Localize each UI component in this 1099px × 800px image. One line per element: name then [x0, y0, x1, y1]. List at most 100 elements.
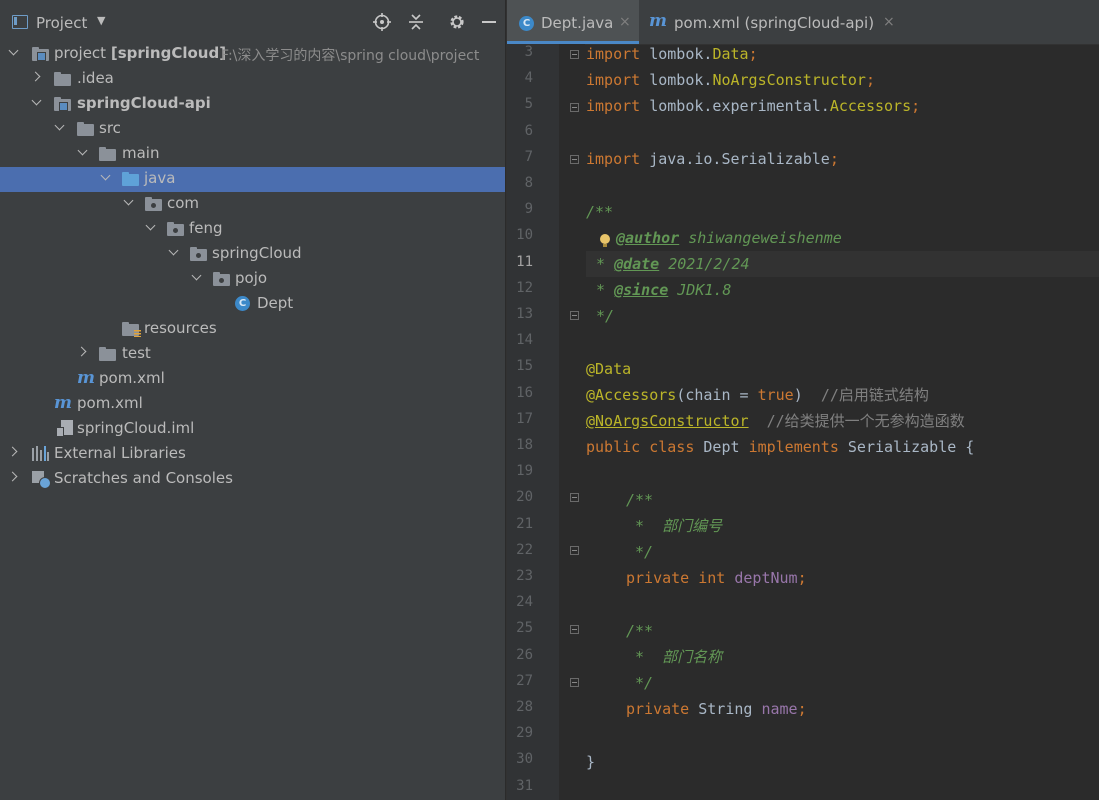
code-line-28: private String name;: [626, 700, 807, 718]
line-number: 17: [516, 410, 533, 427]
expand-arrow-icon[interactable]: [124, 197, 134, 207]
source-folder-icon: [122, 172, 139, 186]
tree-item-label: com: [167, 194, 200, 212]
locate-file-icon[interactable]: [372, 12, 392, 32]
class-icon: C: [235, 296, 250, 311]
expand-arrow-icon[interactable]: [169, 247, 179, 257]
tree-item-main[interactable]: main: [0, 142, 505, 167]
expand-arrow-icon[interactable]: [9, 447, 19, 457]
line-number: 7: [524, 148, 533, 165]
fold-marker-icon[interactable]: [570, 493, 579, 502]
expand-arrow-icon[interactable]: [101, 172, 111, 182]
view-selector-dropdown-icon[interactable]: ▼: [97, 14, 105, 27]
project-view-icon: [12, 15, 28, 29]
folder-icon: [54, 72, 71, 86]
hide-panel-icon[interactable]: [479, 12, 499, 32]
line-number: 15: [516, 358, 533, 375]
tree-item-idea[interactable]: .idea: [0, 67, 505, 92]
expand-arrow-icon[interactable]: [9, 47, 19, 57]
code-line-15: @Data: [586, 360, 632, 378]
package-icon: [145, 197, 162, 211]
fold-marker-icon[interactable]: [570, 625, 579, 634]
maven-icon: m: [77, 368, 95, 388]
code-line-7: import java.io.Serializable;: [586, 150, 839, 168]
tree-item-pom-root[interactable]: m pom.xml: [0, 392, 505, 417]
tree-item-springcloud-package[interactable]: springCloud: [0, 242, 505, 267]
ide-window: Project ▼ project [springCloud] F:\深入学习的…: [0, 0, 1099, 800]
code-editor: C Dept.java × m pom.xml (springCloud-api…: [506, 0, 1099, 800]
expand-arrow-icon[interactable]: [146, 222, 156, 232]
tab-pom-xml[interactable]: m pom.xml (springCloud-api) ×: [639, 0, 899, 44]
tree-item-com[interactable]: com: [0, 192, 505, 217]
code-line-18: public class Dept implements Serializabl…: [586, 438, 975, 456]
tab-label: pom.xml (springCloud-api): [674, 14, 875, 32]
code-line-22: */: [626, 543, 654, 561]
code-area[interactable]: import lombok.Data; import lombok.NoArgs…: [586, 44, 1099, 800]
fold-marker-icon[interactable]: [570, 103, 579, 112]
tree-item-pojo[interactable]: pojo: [0, 267, 505, 292]
tree-item-java[interactable]: java: [0, 167, 505, 192]
line-number: 16: [516, 384, 533, 401]
code-line-4: import lombok.NoArgsConstructor;: [586, 71, 875, 89]
code-line-12: * @since JDK1.8: [596, 281, 732, 299]
tree-item-feng[interactable]: feng: [0, 217, 505, 242]
code-line-10: @author shiwangeweishenme: [616, 229, 842, 247]
code-line-26: * 部门名称: [626, 648, 723, 666]
code-line-16: @Accessors(chain = true) //启用链式结构: [586, 386, 929, 404]
tree-item-project[interactable]: project [springCloud] F:\深入学习的内容\spring …: [0, 42, 505, 67]
line-number: 21: [516, 515, 533, 532]
code-line-21: * 部门编号: [626, 517, 723, 535]
project-path: F:\深入学习的内容\spring cloud\project: [221, 48, 480, 64]
code-line-13: */: [596, 307, 615, 325]
tab-dept-java[interactable]: C Dept.java ×: [507, 0, 639, 44]
code-line-17: @NoArgsConstructor //给类提供一个无参构造函数: [586, 412, 965, 430]
tree-item-label: .idea: [77, 69, 114, 87]
tree-item-label: springCloud.iml: [77, 419, 195, 437]
project-panel-title[interactable]: Project: [36, 14, 87, 32]
package-icon: [190, 247, 207, 261]
expand-arrow-icon[interactable]: [78, 347, 88, 357]
maven-icon: m: [54, 393, 72, 413]
collapse-all-icon[interactable]: [406, 12, 426, 32]
line-number: 27: [516, 672, 533, 689]
tree-item-dept[interactable]: C Dept: [0, 292, 505, 317]
line-number: 30: [516, 751, 533, 768]
fold-marker-icon[interactable]: [570, 50, 579, 59]
tree-item-test[interactable]: test: [0, 342, 505, 367]
fold-marker-icon[interactable]: [570, 311, 579, 320]
close-icon[interactable]: ×: [619, 14, 631, 30]
package-icon: [213, 272, 230, 286]
package-icon: [167, 222, 184, 236]
fold-marker-icon[interactable]: [570, 546, 579, 555]
tree-item-label: Dept: [257, 294, 294, 312]
tree-item-scratches[interactable]: Scratches and Consoles: [0, 467, 505, 492]
expand-arrow-icon[interactable]: [32, 72, 42, 82]
tree-item-label: pom.xml: [77, 394, 143, 412]
line-number: 8: [524, 175, 533, 191]
line-number: 23: [516, 568, 533, 584]
fold-marker-icon[interactable]: [570, 155, 579, 164]
expand-arrow-icon[interactable]: [32, 97, 42, 107]
tree-item-springcloud-api[interactable]: springCloud-api: [0, 92, 505, 117]
tree-item-src[interactable]: src: [0, 117, 505, 142]
line-number-gutter[interactable]: 3 4 5 6 7 8 9 10 11 12 13 14 15 16 17 18 19 20 21 22 23 24 25 2…: [507, 44, 559, 800]
folder-icon: [99, 347, 116, 361]
class-icon: C: [519, 16, 534, 31]
tree-item-label: project [springCloud]: [54, 44, 227, 62]
intention-bulb-icon[interactable]: [599, 234, 611, 248]
expand-arrow-icon[interactable]: [78, 147, 88, 157]
tree-item-pom-module[interactable]: m pom.xml: [0, 367, 505, 392]
fold-marker-icon[interactable]: [570, 678, 579, 687]
tree-item-external-libraries[interactable]: External Libraries: [0, 442, 505, 467]
tree-item-iml[interactable]: springCloud.iml: [0, 417, 505, 442]
line-number: 29: [516, 725, 533, 742]
libraries-icon: [32, 446, 50, 461]
expand-arrow-icon[interactable]: [192, 272, 202, 282]
gear-icon[interactable]: [447, 12, 467, 32]
line-number: 11: [516, 253, 533, 270]
expand-arrow-icon[interactable]: [9, 472, 19, 482]
tree-item-resources[interactable]: resources: [0, 317, 505, 342]
close-icon[interactable]: ×: [883, 14, 895, 30]
expand-arrow-icon[interactable]: [55, 122, 65, 132]
folder-icon: [77, 122, 94, 136]
